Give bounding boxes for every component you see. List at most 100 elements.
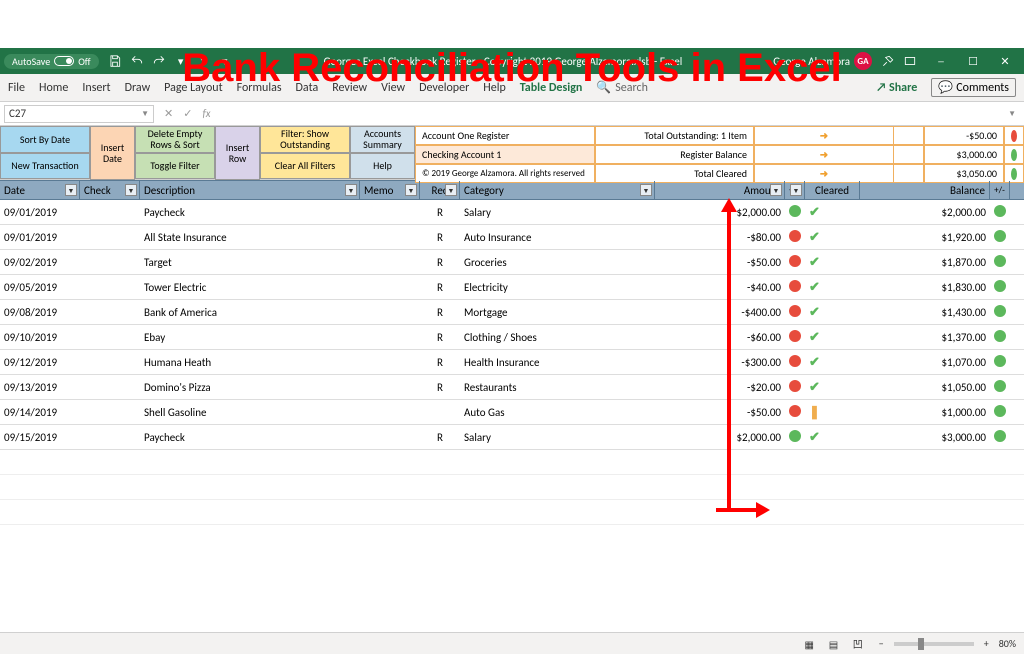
cell-date[interactable]: 09/08/2019 [0, 306, 80, 319]
col-date[interactable]: Date▼ [0, 181, 80, 199]
cell-category[interactable]: Auto Insurance [460, 231, 655, 244]
help-button[interactable]: Help [350, 153, 415, 180]
zoom-level[interactable]: 80% [999, 637, 1016, 650]
filter-outstanding-button[interactable]: Filter: Show Outstanding [260, 126, 350, 153]
zoom-in-button[interactable]: + [984, 637, 989, 650]
save-icon[interactable] [107, 53, 123, 69]
cell-cleared[interactable]: ✔ [805, 330, 860, 345]
filter-icon[interactable]: ▼ [445, 184, 457, 196]
cell-balance[interactable]: $1,830.00 [860, 281, 990, 294]
qat-dropdown2-icon[interactable]: ▾ [217, 53, 233, 69]
table-row[interactable]: 09/01/2019PaycheckRSalary$2,000.00✔$2,00… [0, 200, 1024, 225]
cell-date[interactable]: 09/15/2019 [0, 431, 80, 444]
search-box[interactable]: 🔍Search [596, 80, 648, 95]
cell-amount[interactable]: $2,000.00 [655, 431, 785, 444]
filter-icon[interactable]: ▼ [405, 184, 417, 196]
cell-category[interactable]: Auto Gas [460, 406, 655, 419]
tab-insert[interactable]: Insert [82, 81, 110, 95]
table-row[interactable]: 09/02/2019TargetRGroceries-$50.00✔$1,870… [0, 250, 1024, 275]
cell-balance[interactable]: $3,000.00 [860, 431, 990, 444]
cell-description[interactable]: Target [140, 256, 360, 269]
cell-amount[interactable]: -$20.00 [655, 381, 785, 394]
comments-button[interactable]: 💬 Comments [931, 78, 1016, 97]
undo-icon[interactable] [129, 53, 145, 69]
cell-date[interactable]: 09/05/2019 [0, 281, 80, 294]
tab-developer[interactable]: Developer [419, 81, 469, 95]
cell-balance[interactable]: $1,430.00 [860, 306, 990, 319]
cell-balance[interactable]: $1,870.00 [860, 256, 990, 269]
clear-filters-button[interactable]: Clear All Filters [260, 153, 350, 180]
cell-rec[interactable]: R [420, 431, 460, 444]
page-break-view-icon[interactable]: 凹 [847, 634, 869, 652]
cell-balance[interactable]: $2,000.00 [860, 206, 990, 219]
cell-balance[interactable]: $1,920.00 [860, 231, 990, 244]
cell-date[interactable]: 09/13/2019 [0, 381, 80, 394]
tab-formulas[interactable]: Formulas [237, 81, 282, 95]
cell-cleared[interactable]: ✔ [805, 430, 860, 445]
tab-review[interactable]: Review [332, 81, 367, 95]
sort-by-date-button[interactable]: Sort By Date [0, 126, 90, 153]
filter-icon[interactable]: ▼ [345, 184, 357, 196]
table-row[interactable]: 09/13/2019Domino's PizzaRRestaurants-$20… [0, 375, 1024, 400]
col-cleared[interactable]: Cleared [805, 181, 860, 199]
col-balance[interactable]: Balance [860, 181, 990, 199]
cell-amount[interactable]: -$80.00 [655, 231, 785, 244]
col-category[interactable]: Category▼ [460, 181, 655, 199]
zoom-slider[interactable] [894, 642, 974, 646]
cell-category[interactable]: Restaurants [460, 381, 655, 394]
tab-table-design[interactable]: Table Design [520, 81, 583, 95]
cell-description[interactable]: Bank of America [140, 306, 360, 319]
cell-description[interactable]: Shell Gasoline [140, 406, 360, 419]
tab-page-layout[interactable]: Page Layout [164, 81, 222, 95]
table-row[interactable]: 09/15/2019PaycheckRSalary$2,000.00✔$3,00… [0, 425, 1024, 450]
table-row[interactable]: 09/05/2019Tower ElectricRElectricity-$40… [0, 275, 1024, 300]
cell-rec[interactable]: R [420, 206, 460, 219]
cell-cleared[interactable]: ✔ [805, 230, 860, 245]
cell-balance[interactable]: $1,370.00 [860, 331, 990, 344]
share-button[interactable]: ↗ Share [876, 81, 917, 95]
cell-date[interactable]: 09/12/2019 [0, 356, 80, 369]
filter-icon[interactable]: ▼ [65, 184, 77, 196]
empty-row[interactable] [0, 450, 1024, 475]
cell-cleared[interactable]: ✔ [805, 205, 860, 220]
cell-date[interactable]: 09/01/2019 [0, 206, 80, 219]
cell-rec[interactable]: R [420, 331, 460, 344]
cell-date[interactable]: 09/02/2019 [0, 256, 80, 269]
cell-rec[interactable]: R [420, 381, 460, 394]
col-check[interactable]: Check▼ [80, 181, 140, 199]
cell-cleared[interactable]: ❚ [805, 405, 860, 420]
col-sign2[interactable]: +/- [990, 181, 1010, 199]
cell-cleared[interactable]: ✔ [805, 355, 860, 370]
cell-rec[interactable]: R [420, 256, 460, 269]
ribbon-mode-icon[interactable] [902, 53, 918, 69]
redo-icon[interactable] [151, 53, 167, 69]
cell-amount[interactable]: -$50.00 [655, 406, 785, 419]
table-row[interactable]: 09/14/2019 Shell Gasoline Auto Gas-$50.00 ❚… [0, 400, 1024, 425]
cell-balance[interactable]: $1,050.00 [860, 381, 990, 394]
cell-category[interactable]: Health Insurance [460, 356, 655, 369]
cell-rec[interactable]: R [420, 281, 460, 294]
cell-amount[interactable]: -$60.00 [655, 331, 785, 344]
tab-home[interactable]: Home [39, 81, 68, 95]
user-account[interactable]: George Alzamora GA [773, 52, 872, 70]
cell-category[interactable]: Salary [460, 431, 655, 444]
cell-amount[interactable]: $2,000.00 [655, 206, 785, 219]
toggle-filter-button[interactable]: Toggle Filter [135, 153, 215, 180]
tab-file[interactable]: File [8, 81, 25, 95]
autosave-toggle[interactable]: AutoSave Off [4, 54, 99, 69]
table-row[interactable]: 09/01/2019All State InsuranceRAuto Insur… [0, 225, 1024, 250]
filter-icon[interactable]: ▼ [770, 184, 782, 196]
accounts-summary-button[interactable]: Accounts Summary [350, 126, 415, 153]
zoom-out-button[interactable]: − [879, 637, 884, 650]
cell-rec[interactable]: R [420, 231, 460, 244]
cell-cleared[interactable]: ✔ [805, 280, 860, 295]
cell-category[interactable]: Clothing / Shoes [460, 331, 655, 344]
insert-date-button[interactable]: Insert Date [90, 126, 135, 180]
cancel-formula-icon[interactable]: ✕ [164, 107, 173, 120]
maximize-button[interactable]: ☐ [958, 50, 988, 72]
table-row[interactable]: 09/12/2019Humana HeathRHealth Insurance-… [0, 350, 1024, 375]
cell-date[interactable]: 09/10/2019 [0, 331, 80, 344]
col-amount[interactable]: Amount▼ [655, 181, 785, 199]
cell-date[interactable]: 09/14/2019 [0, 406, 80, 419]
filter-icon[interactable]: ▼ [640, 184, 652, 196]
